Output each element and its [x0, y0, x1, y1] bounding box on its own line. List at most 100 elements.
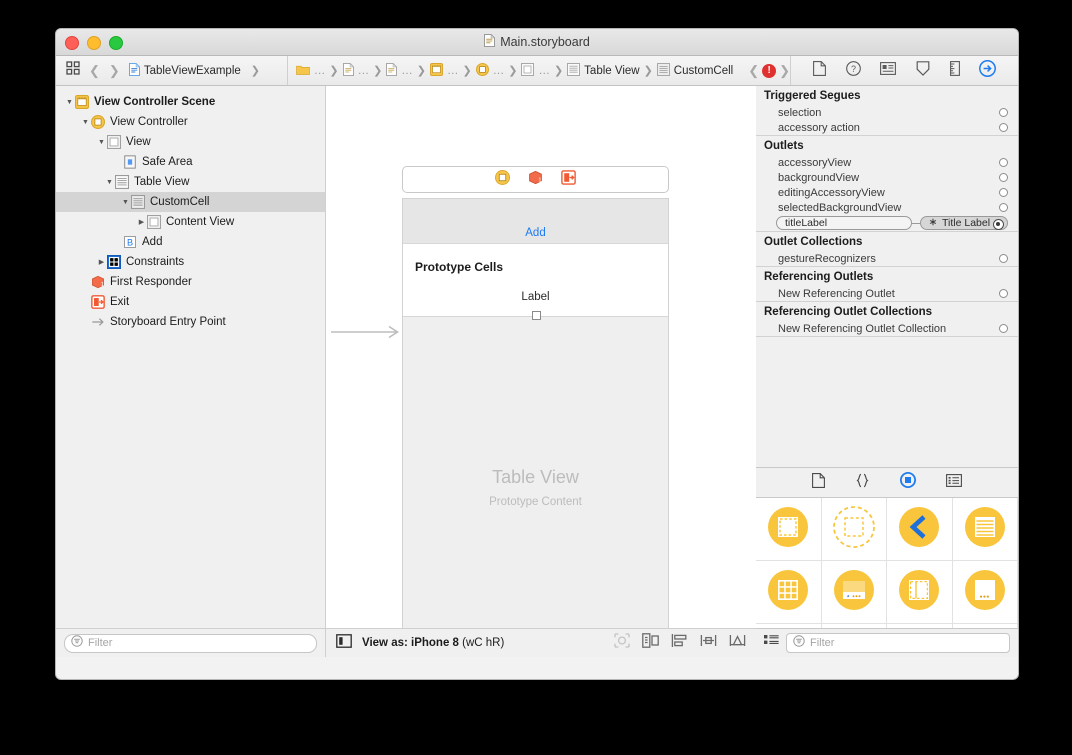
resolve-auto-layout-icon[interactable] [729, 633, 746, 653]
library-item-tab-bar-controller[interactable] [821, 561, 887, 624]
connection-well[interactable] [999, 254, 1008, 263]
exit-icon [91, 295, 106, 309]
folder-icon [296, 64, 310, 78]
connection-row-titlelabel[interactable]: titleLabel Title Label [756, 215, 1018, 231]
navigator-filter-field[interactable]: Filter [64, 633, 317, 653]
disclosure-triangle[interactable]: ▼ [120, 199, 131, 206]
storyboard-canvas[interactable]: 1 Add Prototype Cells Label Table View P… [326, 86, 756, 628]
device-toggle-icon[interactable] [336, 633, 352, 653]
connection-well[interactable] [999, 188, 1008, 197]
breadcrumb-item-scene[interactable]: … [430, 62, 459, 79]
first-responder-dock-icon[interactable]: 1 [528, 170, 543, 190]
question-circle-icon[interactable]: ? [845, 60, 861, 81]
connection-well[interactable] [999, 203, 1008, 212]
outline-row-view-controller-scene[interactable]: ▼ View Controller Scene [56, 92, 325, 112]
view-controller-dock-icon[interactable] [495, 169, 510, 190]
connection-row-selectedbackgroundview[interactable]: selectedBackgroundView [756, 200, 1018, 215]
outline-row-first-responder[interactable]: 1 First Responder [56, 272, 325, 292]
outline-row-constraints[interactable]: ▶ Constraints [56, 252, 325, 272]
library-item-storyboard-reference[interactable] [821, 498, 887, 561]
outline-row-view-controller[interactable]: ▼ View Controller [56, 112, 325, 132]
connection-row-new-referencing-outlet[interactable]: New Referencing Outlet [756, 286, 1018, 301]
attributes-arrow-icon[interactable] [916, 60, 930, 81]
outlet-name-pill[interactable]: titleLabel [776, 216, 912, 230]
breadcrumb-item-folder[interactable]: … [296, 64, 325, 78]
outline-row-content-view[interactable]: ▶ Content View [56, 212, 325, 232]
library-item-page-view-controller[interactable] [952, 561, 1018, 624]
connection-well[interactable] [999, 289, 1008, 298]
outline-row-view[interactable]: ▼ View [56, 132, 325, 152]
embed-in-icon[interactable] [642, 633, 659, 653]
exit-dock-icon[interactable] [561, 169, 576, 190]
library-item-view-controller[interactable] [756, 498, 822, 561]
outline-row-safe-area[interactable]: Safe Area [56, 152, 325, 172]
outlet-target-pill[interactable]: Title Label [920, 216, 1008, 230]
outline-row-custom-cell[interactable]: ▼ CustomCell [56, 192, 325, 212]
issue-badge[interactable]: ! [762, 63, 777, 78]
connection-row-backgroundview[interactable]: backgroundView [756, 170, 1018, 185]
library-item-table-view-controller[interactable] [952, 498, 1018, 561]
breadcrumb-item-file-2[interactable]: … [386, 62, 413, 79]
outline-row-exit[interactable]: Exit [56, 292, 325, 312]
add-new-constraints-icon[interactable] [700, 633, 717, 653]
connection-row-new-referencing-outlet-collection[interactable]: New Referencing Outlet Collection [756, 321, 1018, 336]
outline-row-table-view[interactable]: ▼ Table View [56, 172, 325, 192]
outline-row-label: Storyboard Entry Point [110, 316, 226, 328]
breadcrumb-item-custom-cell[interactable]: CustomCell [656, 62, 733, 79]
media-list-icon[interactable] [946, 473, 962, 492]
library-filter-field[interactable]: Filter [786, 633, 1010, 653]
back-chevron-icon[interactable]: ❮ [89, 63, 100, 79]
outline-row-storyboard-entry-point[interactable]: Storyboard Entry Point [56, 312, 325, 332]
identity-card-icon[interactable] [880, 61, 897, 80]
align-icon[interactable] [671, 633, 688, 653]
connection-row-selection[interactable]: selection [756, 105, 1018, 120]
connection-row-accessoryview[interactable]: accessoryView [756, 155, 1018, 170]
disclosure-triangle[interactable]: ▼ [80, 119, 91, 126]
connection-well[interactable] [999, 123, 1008, 132]
braces-icon[interactable] [855, 473, 870, 493]
list-view-icon[interactable] [764, 634, 779, 652]
breadcrumb-item-view-controller[interactable]: … [475, 62, 504, 79]
connection-well[interactable] [999, 173, 1008, 182]
breadcrumb-item-table-view[interactable]: Table View [567, 62, 640, 79]
update-frames-icon[interactable] [614, 633, 630, 653]
breadcrumb-item-view[interactable]: … [521, 62, 550, 79]
ruler-icon[interactable] [949, 60, 960, 81]
disclosure-triangle[interactable]: ▶ [136, 218, 147, 226]
document-icon[interactable] [812, 472, 825, 493]
forward-chevron-icon[interactable]: ❯ [109, 63, 120, 79]
breadcrumb-item-project[interactable]: TableViewExample [128, 62, 241, 79]
library-item-collection-view-controller[interactable] [756, 561, 822, 624]
add-bar-button[interactable]: Add [403, 227, 668, 239]
cell-resize-handle[interactable] [531, 311, 541, 320]
cell-title-label[interactable]: Label [403, 291, 668, 303]
connection-label: accessoryView [778, 156, 852, 169]
library-item-navigation-controller[interactable] [887, 498, 953, 561]
connection-row-editingaccessoryview[interactable]: editingAccessoryView [756, 185, 1018, 200]
view-as-label[interactable]: View as: iPhone 8 (wC hR) [362, 637, 504, 649]
navigator-grid-icon[interactable] [66, 61, 80, 80]
outline-row-add[interactable]: B Add [56, 232, 325, 252]
issue-back-chevron-icon[interactable]: ❮ [748, 63, 759, 79]
object-library-grid[interactable]: Label [756, 498, 1018, 628]
connection-well[interactable] [999, 108, 1008, 117]
connection-row-gesturerecognizers[interactable]: gestureRecognizers [756, 251, 1018, 266]
prototype-cell-custom-cell[interactable]: Label [403, 290, 668, 320]
disclosure-triangle[interactable]: ▶ [96, 258, 107, 266]
issue-forward-chevron-icon[interactable]: ❯ [779, 63, 790, 79]
outline-row-label: Content View [166, 216, 235, 228]
connection-well[interactable] [999, 158, 1008, 167]
connection-well[interactable] [993, 219, 1004, 230]
connection-well[interactable] [999, 324, 1008, 333]
disclosure-triangle[interactable]: ▼ [96, 139, 107, 146]
disclosure-triangle[interactable]: ▼ [104, 179, 115, 186]
view-controller-scene-canvas[interactable]: Add Prototype Cells Label Table View Pro… [402, 198, 669, 628]
document-icon[interactable] [812, 60, 826, 81]
breadcrumb-item-file-1[interactable]: … [342, 62, 369, 79]
connection-row-accessory-action[interactable]: accessory action [756, 120, 1018, 135]
connections-arrow-circle-icon[interactable] [979, 59, 997, 82]
filled-circle-icon[interactable] [900, 472, 916, 493]
navigation-bar[interactable]: Add [403, 199, 668, 244]
library-item-split-view-controller[interactable] [887, 561, 953, 624]
disclosure-triangle[interactable]: ▼ [64, 99, 75, 106]
